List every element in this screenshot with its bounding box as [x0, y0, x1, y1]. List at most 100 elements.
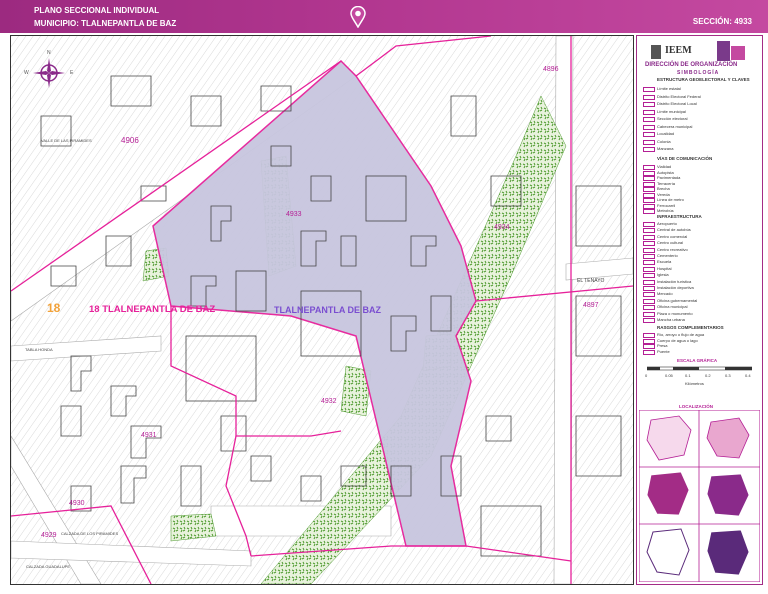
legend-item-label: Escuela: [657, 259, 672, 265]
street-label: CALZADA DE LOS PIRAMIDES: [61, 531, 119, 536]
legend-symbol-icon: [643, 247, 655, 253]
legend-symbol-icon: [643, 338, 655, 344]
locator-maps: [639, 410, 760, 582]
legend-item-label: Oficina municipal: [657, 304, 688, 310]
legend-item-label: Ferrocarril: [657, 202, 676, 208]
legend-symbol-icon: [643, 139, 655, 145]
legend-symbol-icon: [643, 333, 655, 338]
legend-item-label: Vialidad: [657, 164, 672, 169]
legend-item-label: Colonia: [657, 138, 671, 144]
legend-symbol-icon: [643, 279, 655, 285]
legend-symbol-icon: [643, 234, 655, 240]
scale-tick-label: 0.05: [665, 373, 673, 378]
legend-item-label: Brecha: [657, 186, 670, 191]
legend-item-label: Centro recreativo: [657, 246, 688, 252]
legend-symbol-icon: [643, 241, 655, 247]
legend-symbol-icon: [643, 192, 655, 198]
legend-item-label: Mercado: [657, 291, 673, 297]
legend-item-label: Instalación turística: [657, 278, 692, 284]
scale-tick-label: 0: [645, 373, 648, 378]
legend-org: IEEM: [665, 45, 692, 56]
scale-tick-label: 0.4: [745, 373, 751, 378]
location-pin-icon: [350, 6, 366, 28]
scale-tick-label: 0.2: [705, 373, 711, 378]
locator-title: LOCALIZACIÓN: [679, 404, 713, 409]
legend-symbol-icon: [643, 132, 655, 137]
header-section: SECCIÓN: 4933: [692, 17, 752, 26]
street-label: EL TENAYO: [577, 278, 605, 284]
legend-group-2: VÍAS DE COMUNICACIÓN: [657, 156, 713, 161]
header-municipality: MUNICIPIO: TLALNEPANTLA DE BAZ: [34, 19, 177, 28]
legend-symbol-icon: [643, 165, 655, 170]
legend-symbol-icon: [643, 349, 655, 355]
legend-symbol-icon: [643, 260, 655, 266]
compass-n: N: [47, 50, 51, 56]
legend-item-label: Línea de metro: [657, 197, 684, 202]
legend-item-label: Cabecera municipal: [657, 123, 693, 129]
legend-symbol-icon: [643, 298, 655, 304]
legend-item-label: Instalación deportiva: [657, 285, 694, 290]
legend-symbol-icon: [643, 147, 655, 152]
legend-group-1: ESTRUCTURA GEOELECTORAL Y CLAVES: [657, 77, 750, 82]
header: PLANO SECCIONAL INDIVIDUAL MUNICIPIO: TL…: [0, 0, 768, 33]
legend-item-label: Centro cultural: [657, 240, 684, 246]
legend-item-label: Localidad: [657, 131, 675, 136]
legend-symbol-icon: [643, 344, 655, 349]
street-label: CALZADA GUADALUPE: [26, 564, 71, 569]
legend-symbol-icon: [643, 286, 655, 291]
scale-units: Kilómetros: [685, 381, 704, 386]
legend-symbol-icon: [643, 254, 655, 259]
legend-symbol-icon: [643, 176, 655, 181]
legend-symbol-icon: [643, 311, 655, 317]
legend-symbol-icon: [643, 170, 655, 176]
compass-rose-icon: [33, 58, 65, 88]
legend-item-label: Centro comercial: [657, 233, 688, 239]
legend-symbol-icon: [643, 94, 655, 100]
legend-item-label: Iglesia: [657, 272, 669, 278]
legend-item-label: Mancha urbana: [657, 317, 685, 322]
legend-item-label: Límite municipal: [657, 108, 686, 114]
legend-symbol-icon: [643, 318, 655, 323]
legend-symbol-icon: [643, 124, 655, 130]
map-view[interactable]: 18 TLALNEPANTLA DE BAZ 18 TLALNEPANTLA D…: [10, 35, 634, 585]
section-label: 4930: [69, 500, 85, 507]
legend-symbol-icon: [643, 203, 655, 209]
legend-item-label: Límite estatal: [657, 86, 681, 91]
legend-item-label: Cementerio: [657, 253, 678, 258]
section-label: 4906: [121, 136, 139, 145]
legend-item-label: Sección electoral: [657, 116, 688, 121]
legend-symbol-icon: [643, 305, 655, 311]
section-label: 4929: [41, 532, 57, 539]
legend-item-label: Vereda: [657, 191, 670, 197]
legend-item-label: Río, arroyo o flujo de agua: [657, 332, 705, 337]
scale-title: ESCALA GRÁFICA: [677, 358, 718, 363]
compass-e: E: [70, 70, 74, 76]
legend-item-label: Terracería: [657, 180, 676, 186]
legend-symbol-icon: [643, 228, 655, 234]
legend-symbol-icon: [643, 117, 655, 122]
header-bar: [0, 0, 768, 33]
street-label: VALLE DE LAS PIRAMIDES: [41, 138, 92, 143]
legend-item-label: Manzana: [657, 146, 674, 151]
legend-item-label: Central de autobús: [657, 227, 691, 233]
legend-group-4: RASGOS COMPLEMENTARIOS: [657, 325, 724, 330]
section-label: 4932: [321, 398, 337, 405]
header-title: PLANO SECCIONAL INDIVIDUAL: [34, 6, 160, 15]
legend-item-label: Autopista: [657, 169, 674, 175]
legend-symbol-icon: [643, 273, 655, 279]
legend-symbol-icon: [643, 209, 655, 214]
legend-symbol-icon: [643, 198, 655, 203]
section-label: 4931: [141, 432, 157, 439]
legend-symbol-icon: [643, 187, 655, 192]
street-label: TABLA HONDA: [25, 347, 53, 352]
scale-tick-label: 0.1: [685, 373, 691, 378]
legend-item-label: Hospital: [657, 265, 672, 271]
legend-item-label: Pavimentada: [657, 175, 681, 180]
section-label: 4933: [286, 211, 302, 218]
legend-title: DIRECCIÓN DE ORGANIZACIÓN: [645, 62, 738, 68]
legend-symbol-icon: [643, 181, 655, 187]
legend-group-3: INFRAESTRUCTURA: [657, 214, 702, 219]
legend-item-label: Oficina gubernamental: [657, 297, 698, 303]
legend-symbol-icon: [643, 222, 655, 227]
legend-symbol-icon: [643, 266, 655, 272]
